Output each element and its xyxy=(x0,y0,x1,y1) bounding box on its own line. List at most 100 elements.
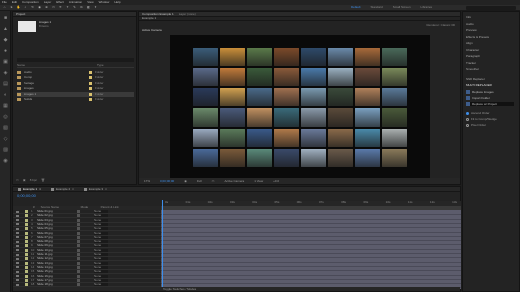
eye-icon[interactable] xyxy=(16,253,19,256)
script-icon[interactable]: ◈ xyxy=(2,70,9,77)
switch-icon[interactable] xyxy=(77,283,80,287)
switch-icon[interactable] xyxy=(77,222,80,226)
parent-select[interactable]: None xyxy=(94,214,108,218)
label-color-swatch[interactable] xyxy=(89,87,92,91)
roi-icon[interactable]: ▭ xyxy=(212,179,215,183)
switch-icon[interactable] xyxy=(77,265,80,269)
label-color-swatch[interactable] xyxy=(89,98,92,101)
script-icon[interactable]: ● xyxy=(2,48,9,55)
timeline-tab-3[interactable]: Example 3 × xyxy=(81,187,110,191)
script-icon[interactable]: ▣ xyxy=(2,59,9,66)
trash-icon[interactable]: 🗑 xyxy=(41,179,45,182)
switch-icon[interactable] xyxy=(77,240,80,244)
menu-layer[interactable]: Layer xyxy=(44,1,52,4)
switch-icon[interactable] xyxy=(77,253,80,256)
label-color-swatch[interactable] xyxy=(89,76,92,80)
puppet-tool-icon[interactable]: ✦ xyxy=(93,6,98,10)
label-color-swatch[interactable] xyxy=(89,71,92,74)
panel-section-paragraph[interactable]: Paragraph xyxy=(466,55,480,58)
label-color-swatch[interactable] xyxy=(25,261,28,265)
resolution-select[interactable]: Full xyxy=(197,179,202,183)
script-icon[interactable]: ▤ xyxy=(2,81,9,88)
views-select[interactable]: 1 View xyxy=(254,179,263,183)
parent-select[interactable]: None xyxy=(94,244,108,248)
zoom-level[interactable]: 17% xyxy=(144,179,150,183)
parent-select[interactable]: None xyxy=(94,283,108,287)
label-color-swatch[interactable] xyxy=(25,248,28,252)
script-icon[interactable]: ▨ xyxy=(2,147,9,154)
zoom-tool-icon[interactable]: ⌕ xyxy=(23,6,28,10)
close-icon[interactable]: × xyxy=(105,187,107,191)
project-item-row[interactable]: Audio Folder xyxy=(17,70,134,75)
label-color-swatch[interactable] xyxy=(25,270,28,274)
menu-help[interactable]: Help xyxy=(114,1,120,4)
label-color-swatch[interactable] xyxy=(25,265,28,269)
workspace-libraries[interactable]: Libraries xyxy=(421,6,433,9)
script-option-3[interactable]: Pixel Order xyxy=(466,124,486,127)
label-color-swatch[interactable] xyxy=(25,210,28,213)
layer-tab[interactable]: Layer (none) xyxy=(179,12,196,16)
home-icon[interactable]: ⌂ xyxy=(2,6,7,10)
switch-icon[interactable] xyxy=(77,214,80,218)
eye-icon[interactable] xyxy=(16,262,19,265)
eye-icon[interactable] xyxy=(16,283,19,286)
label-color-swatch[interactable] xyxy=(89,92,92,96)
rotate-tool-icon[interactable]: ↻ xyxy=(30,6,35,10)
switch-icon[interactable] xyxy=(77,244,80,248)
menu-composition[interactable]: Composition xyxy=(22,1,39,4)
switch-icon[interactable] xyxy=(77,227,80,231)
workspace-default[interactable]: Default xyxy=(351,6,361,9)
toggle-switches-modes[interactable]: Toggle Switches / Modes xyxy=(163,287,196,291)
label-color-swatch[interactable] xyxy=(25,231,28,235)
script-button-2[interactable]: Import Folder xyxy=(466,96,514,100)
panel-section-preview[interactable]: Preview xyxy=(466,29,477,32)
parent-select[interactable]: None xyxy=(94,227,108,231)
label-color-swatch[interactable] xyxy=(25,244,28,248)
radio-icon[interactable] xyxy=(466,124,469,127)
eye-icon[interactable] xyxy=(16,249,19,252)
timeline-timecode[interactable]: 0;00;00;00 xyxy=(17,194,36,198)
layer-tracks[interactable] xyxy=(161,210,461,289)
snapshot-icon[interactable]: ◉ xyxy=(184,179,187,183)
script-option-2[interactable]: Fit to Comp/Wedge xyxy=(466,118,497,121)
eye-icon[interactable] xyxy=(16,240,19,243)
hand-tool-icon[interactable]: ✋ xyxy=(16,6,21,10)
eye-icon[interactable] xyxy=(16,279,19,282)
pen-tool-icon[interactable]: ✒ xyxy=(58,6,63,10)
comp-subtab[interactable]: Example 1 xyxy=(142,17,156,20)
script-option-1[interactable]: Ascend Order xyxy=(466,112,490,115)
label-color-swatch[interactable] xyxy=(25,235,28,239)
menu-effect[interactable]: Effect xyxy=(56,1,64,4)
label-color-swatch[interactable] xyxy=(89,81,92,85)
bit-depth[interactable]: 8 bpc xyxy=(30,179,37,182)
workspace-standard[interactable]: Standard xyxy=(371,6,383,9)
panel-section-align[interactable]: Align xyxy=(466,42,473,45)
script-icon[interactable]: ▦ xyxy=(2,103,9,110)
panel-section-tracker[interactable]: Tracker xyxy=(466,61,476,65)
label-color-swatch[interactable] xyxy=(25,257,28,261)
project-item-row[interactable]: Solids Folder xyxy=(17,97,134,102)
script-icon[interactable]: ◆ xyxy=(2,37,9,44)
new-folder-icon[interactable]: ▭ xyxy=(16,179,19,182)
col-name[interactable]: Name xyxy=(17,64,87,67)
camera-tool-icon[interactable]: ◉ xyxy=(37,6,42,10)
eraser-tool-icon[interactable]: ◧ xyxy=(86,6,91,10)
switch-icon[interactable] xyxy=(77,218,80,222)
project-item-row[interactable]: footage Folder xyxy=(17,81,134,86)
brush-tool-icon[interactable]: ✎ xyxy=(72,6,77,10)
project-search-input[interactable] xyxy=(17,58,134,62)
workspace-small-screen[interactable]: Small Screen xyxy=(393,6,411,9)
radio-icon[interactable] xyxy=(466,118,469,121)
menu-view[interactable]: View xyxy=(87,1,93,4)
eye-icon[interactable] xyxy=(16,210,19,213)
close-icon[interactable]: × xyxy=(39,187,41,191)
type-tool-icon[interactable]: T xyxy=(65,6,70,10)
script-icon[interactable]: ▲ xyxy=(2,26,9,33)
script-icon[interactable]: ◎ xyxy=(2,114,9,121)
eye-icon[interactable] xyxy=(16,266,19,269)
switch-icon[interactable] xyxy=(77,210,80,213)
playhead[interactable] xyxy=(162,200,163,289)
label-color-swatch[interactable] xyxy=(25,253,28,256)
menu-edit[interactable]: Edit xyxy=(12,1,17,4)
exposure-value[interactable]: +0.0 xyxy=(273,179,279,183)
